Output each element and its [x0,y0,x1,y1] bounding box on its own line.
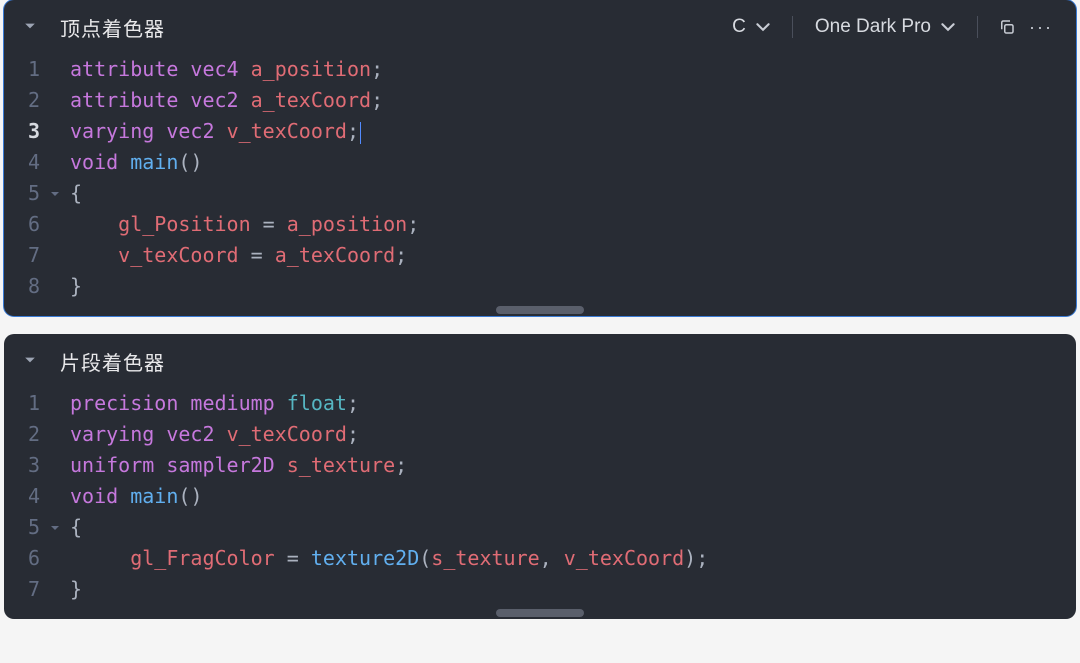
fold-marker [50,419,70,450]
more-button[interactable]: ··· [1024,10,1058,44]
fold-marker [50,85,70,116]
line-number: 6 [4,543,40,574]
code-lines[interactable]: precision mediump float;varying vec2 v_t… [70,388,1076,605]
line-number: 7 [4,574,40,605]
line-number: 3 [4,116,40,147]
code-line[interactable]: { [70,512,1076,543]
code-area[interactable]: 12345678 attribute vec4 a_position;attri… [4,54,1076,316]
line-number: 3 [4,450,40,481]
horizontal-scrollbar[interactable] [496,609,584,617]
fold-marker [50,116,70,147]
panel-header: 片段着色器 [4,334,1076,388]
separator [977,16,978,38]
line-number: 4 [4,481,40,512]
theme-select[interactable]: One Dark Pro [805,16,965,38]
code-line[interactable]: precision mediump float; [70,388,1076,419]
code-line[interactable]: varying vec2 v_texCoord; [70,116,1076,147]
fold-marker [50,147,70,178]
fold-marker [50,450,70,481]
fold-marker [50,240,70,271]
line-number: 4 [4,147,40,178]
code-lines[interactable]: attribute vec4 a_position;attribute vec2… [70,54,1076,302]
line-number: 8 [4,271,40,302]
line-gutter: 12345678 [4,54,50,302]
line-number: 6 [4,209,40,240]
panel-header: 顶点着色器 C One Dark Pro [4,0,1076,54]
code-area[interactable]: 1234567 precision mediump float;varying … [4,388,1076,619]
chevron-down-icon [941,20,955,34]
header-controls: C One Dark Pro ··· [722,10,1058,44]
code-line[interactable]: attribute vec4 a_position; [70,54,1076,85]
chevron-down-icon [756,20,770,34]
code-line[interactable]: } [70,574,1076,605]
code-line[interactable]: void main() [70,147,1076,178]
code-line[interactable]: gl_FragColor = texture2D(s_texture, v_te… [70,543,1076,574]
horizontal-scrollbar[interactable] [496,306,584,314]
language-select[interactable]: C [722,16,780,38]
editor-panel-vertex: 顶点着色器 C One Dark Pro [4,0,1076,316]
theme-label: One Dark Pro [815,16,931,38]
code-line[interactable]: void main() [70,481,1076,512]
fold-marker [50,209,70,240]
code-line[interactable]: gl_Position = a_position; [70,209,1076,240]
code-line[interactable]: v_texCoord = a_texCoord; [70,240,1076,271]
fold-marker [50,574,70,605]
collapse-toggle[interactable] [24,354,36,369]
fold-column [50,54,70,302]
code-line[interactable]: } [70,271,1076,302]
code-line[interactable]: attribute vec2 a_texCoord; [70,85,1076,116]
text-cursor [360,122,361,144]
fold-marker [50,543,70,574]
fold-marker[interactable] [50,512,70,543]
code-line[interactable]: { [70,178,1076,209]
line-number: 1 [4,388,40,419]
line-number: 7 [4,240,40,271]
more-icon: ··· [1029,17,1053,38]
fold-marker [50,271,70,302]
fold-marker[interactable] [50,178,70,209]
line-number: 1 [4,54,40,85]
separator [792,16,793,38]
language-label: C [732,16,746,38]
fold-column [50,388,70,605]
collapse-toggle[interactable] [24,20,36,35]
line-number: 5 [4,178,40,209]
panel-title: 顶点着色器 [60,13,165,42]
fold-marker [50,54,70,85]
fold-marker [50,388,70,419]
line-number: 2 [4,85,40,116]
code-line[interactable]: uniform sampler2D s_texture; [70,450,1076,481]
line-number: 2 [4,419,40,450]
fold-marker [50,481,70,512]
panel-title: 片段着色器 [60,347,165,376]
line-number: 5 [4,512,40,543]
line-gutter: 1234567 [4,388,50,605]
copy-button[interactable] [990,10,1024,44]
code-line[interactable]: varying vec2 v_texCoord; [70,419,1076,450]
editor-panel-fragment: 片段着色器 1234567 precision mediump float;va… [4,334,1076,619]
